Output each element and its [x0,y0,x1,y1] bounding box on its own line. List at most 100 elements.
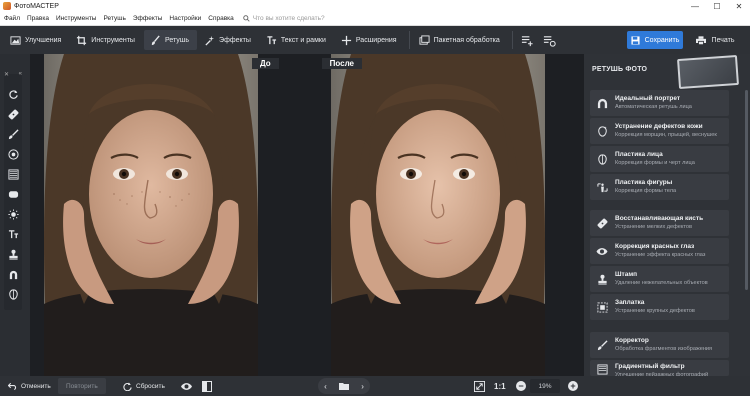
tool-subtitle: Коррекция формы тела [615,188,677,194]
crop-icon [76,35,87,46]
maximize-button[interactable]: ☐ [706,0,728,12]
photo-before [44,54,258,376]
healing-brush-icon [596,217,608,229]
menu-help[interactable]: Справка [208,15,234,22]
redo-button[interactable]: Повторить [58,378,106,394]
redo-label: Повторить [66,382,98,390]
close-icon[interactable]: ✕ [4,71,9,79]
printer-icon [695,35,706,45]
tab-tools[interactable]: Инструменты [70,30,143,50]
save-icon [631,35,640,45]
menu-search[interactable]: Что вы хотите сделать? [243,15,325,22]
history-icon [544,35,556,47]
panel-scrollbar[interactable] [745,90,748,290]
fit-screen-button[interactable] [474,378,489,394]
brush-icon [150,34,161,46]
undo-button[interactable]: Отменить [8,378,51,394]
reset-button[interactable]: Сбросить [123,378,165,394]
menu-effects[interactable]: Эффекты [133,15,163,22]
tool-subtitle: Автоматическая ретушь лица [615,104,692,110]
tab-label: Текст и рамки [280,36,326,44]
zoom-level[interactable]: 19% [530,379,560,393]
tool-card-stamp[interactable]: Штамп Удаление нежелательных объектов [590,266,729,292]
sun-icon[interactable] [7,208,19,220]
menu-file[interactable]: Файл [4,15,20,22]
actual-size-button[interactable]: 1:1 [494,378,506,394]
tool-card-corrector[interactable]: Корректор Обработка фрагментов изображени… [590,332,729,358]
tab-effects[interactable]: Эффекты [198,30,259,50]
folder-icon[interactable] [339,382,349,390]
brush-icon[interactable] [7,128,19,140]
tab-text-frames[interactable]: Текст и рамки [260,30,334,50]
tool-card-healing-brush[interactable]: Восстанавливающая кисть Устранение мелких… [590,210,729,236]
compare-divider[interactable] [282,56,318,70]
tab-label: Расширения [355,36,397,44]
target-icon[interactable] [7,148,19,160]
gradient-icon[interactable] [7,168,19,180]
patch-icon[interactable] [7,108,19,120]
toolbar-divider [408,31,410,49]
tab-enhancements[interactable]: Улучшения [4,30,69,50]
rotate-icon[interactable] [7,88,19,100]
tab-retouch[interactable]: Ретушь [143,30,198,50]
compare-toggle-button[interactable] [202,378,216,394]
tab-extensions[interactable]: Расширения [335,30,405,50]
corrector-icon [596,339,608,351]
tab-batch-processing[interactable]: Пакетная обработка [413,30,508,50]
tool-strip-header: ✕ « [2,71,24,79]
photo-canvas[interactable]: До После [30,54,584,376]
tool-subtitle: Удаление нежелательных объектов [615,280,708,286]
zoom-in-button[interactable]: + [568,381,578,391]
gradient-filter-icon [596,363,608,375]
body-icon [596,181,608,193]
close-button[interactable]: ✕ [728,0,750,12]
menu-tools[interactable]: Инструменты [56,15,97,22]
title-bar: ФотоМАСТЕР — ☐ ✕ [0,0,750,12]
image-navigation: ‹ › [318,378,370,394]
tool-title: Коррекция красных глаз [615,243,695,250]
batch-icon [419,34,430,46]
text-tool-icon[interactable] [7,228,19,240]
minimize-button[interactable]: — [684,0,706,12]
oval-icon[interactable] [7,188,19,200]
prev-image-icon[interactable]: ‹ [324,382,327,391]
reset-icon [123,381,132,391]
window-title: ФотоМАСТЕР [14,2,59,10]
print-button[interactable]: Печать [690,31,740,49]
menu-settings[interactable]: Настройки [169,15,201,22]
history-button[interactable] [540,30,560,50]
before-label: До [252,57,279,69]
tool-card-red-eye[interactable]: Коррекция красных глаз Устранение эффекта… [590,238,729,264]
tool-subtitle: Коррекция морщин, прыщей, веснушек [615,132,717,138]
patch-icon [596,301,608,313]
zoom-out-button[interactable]: − [516,381,526,391]
print-label: Печать [711,36,735,44]
tool-subtitle: Обработка фрагментов изображения [615,346,713,352]
after-label: После [321,57,362,69]
tool-title: Корректор [615,337,649,344]
tool-card-patch[interactable]: Заплатка Устранение крупных дефектов [590,294,729,320]
stamp-icon[interactable] [7,248,19,260]
stamp-icon [596,273,608,285]
sparkle-icon [204,35,215,46]
tool-card-face-sculpt[interactable]: Пластика лица Коррекция формы и черт лица [590,146,729,172]
collapse-icon[interactable]: « [19,71,22,79]
add-layer-button[interactable] [518,30,538,50]
preview-eye-button[interactable] [180,378,197,394]
menu-retouch[interactable]: Ретушь [103,15,125,22]
tool-card-body-sculpt[interactable]: Пластика фигуры Коррекция формы тела [590,174,729,200]
save-button[interactable]: Сохранить [627,31,683,49]
tool-card-ideal-portrait[interactable]: Идеальный портрет Автоматическая ретушь л… [590,90,729,116]
face-icon[interactable] [7,288,19,300]
compare-icon [202,380,212,392]
tool-title: Заплатка [615,299,645,306]
tool-subtitle: Устранение мелких дефектов [615,224,692,230]
next-image-icon[interactable]: › [361,382,364,391]
tool-card-skin-defects[interactable]: Устранение дефектов кожи Коррекция морщин… [590,118,729,144]
undo-label: Отменить [21,382,51,390]
tool-card-gradient-filter[interactable]: Градиентный фильтр Улучшение пейзажных фо… [590,360,729,378]
menu-edit[interactable]: Правка [27,15,49,22]
tool-title: Пластика фигуры [615,179,673,186]
magnet-icon[interactable] [7,268,19,280]
tool-title: Устранение дефектов кожи [615,123,703,130]
